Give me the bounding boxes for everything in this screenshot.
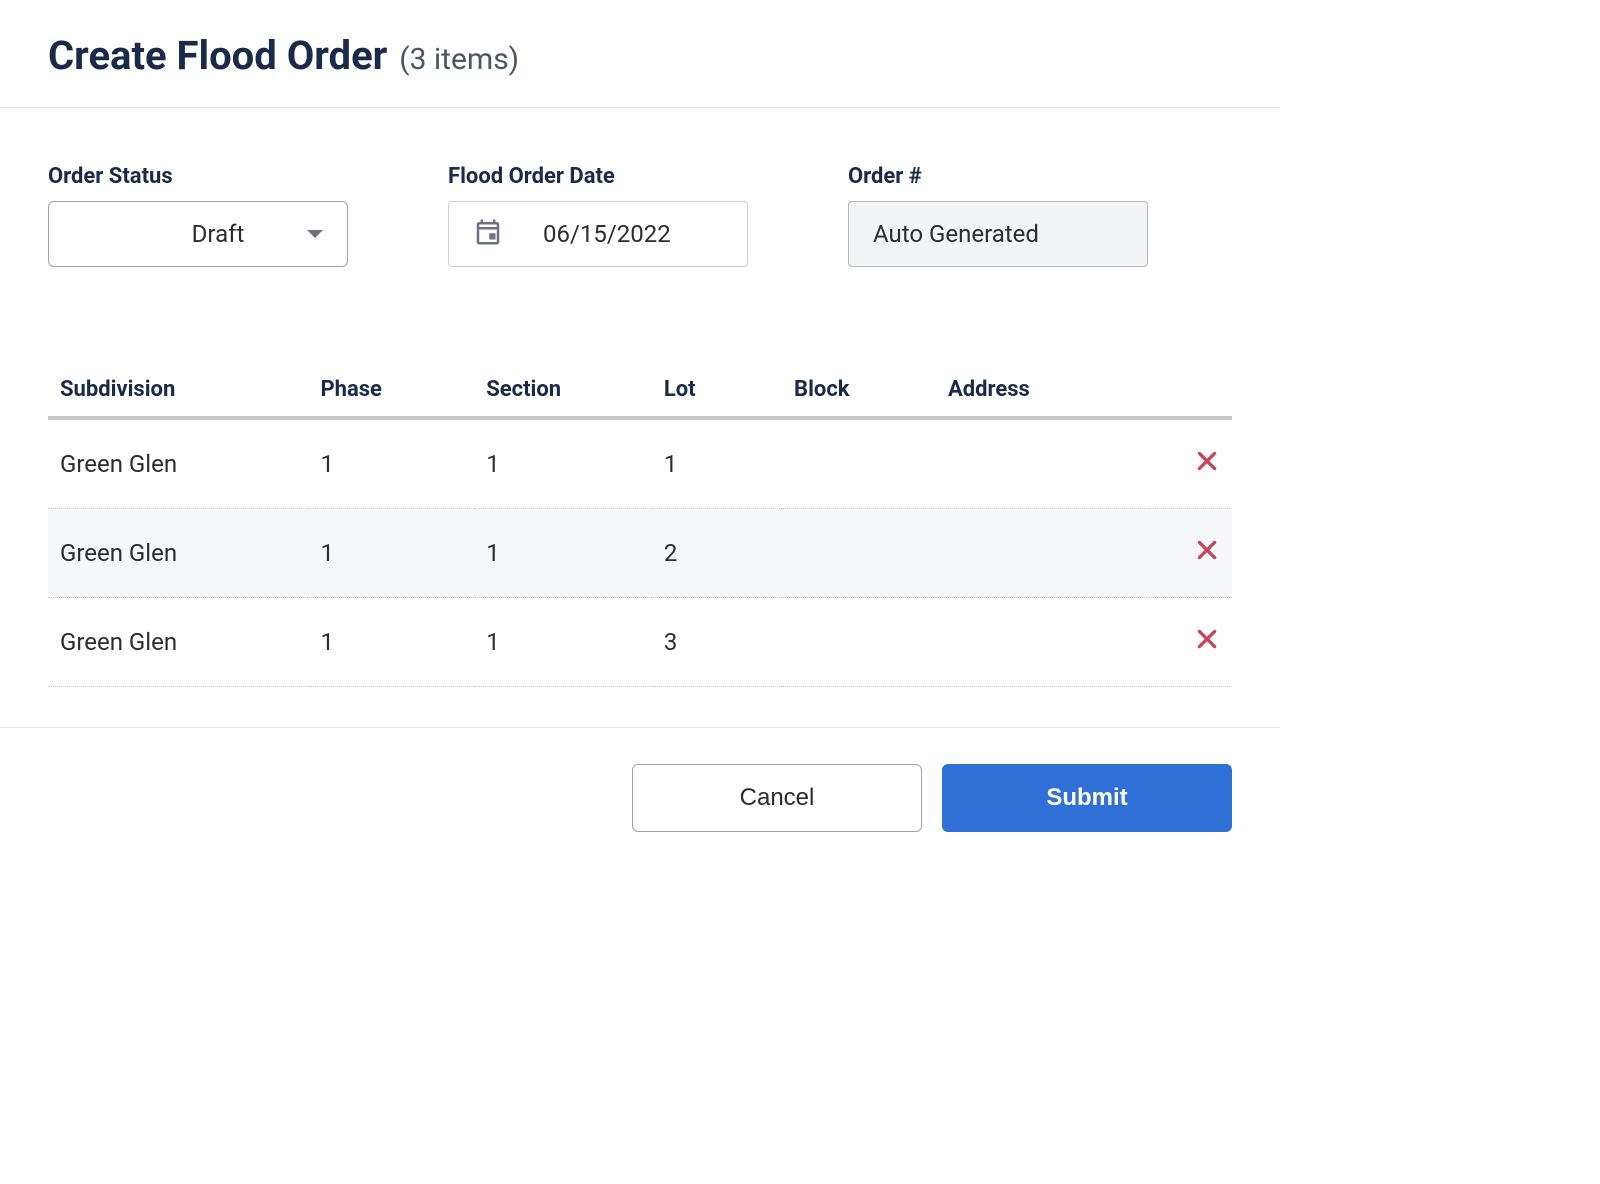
- cell-subdivision: Green Glen: [48, 509, 308, 598]
- flood-order-date-label: Flood Order Date: [448, 164, 748, 189]
- calendar-icon: [473, 217, 503, 251]
- cell-address: [936, 509, 1149, 598]
- footer: Cancel Submit: [0, 727, 1280, 868]
- cell-action: [1149, 598, 1232, 687]
- close-icon: [1194, 537, 1220, 563]
- flood-order-date-group: Flood Order Date 06/15/2022: [448, 164, 748, 267]
- cancel-button[interactable]: Cancel: [632, 764, 922, 832]
- cell-block: [782, 509, 936, 598]
- cell-action: [1149, 509, 1232, 598]
- cell-subdivision: Green Glen: [48, 418, 308, 509]
- delete-row-button[interactable]: [1194, 448, 1220, 474]
- delete-row-button[interactable]: [1194, 537, 1220, 563]
- order-number-field: Auto Generated: [848, 201, 1148, 267]
- col-action: [1149, 363, 1232, 418]
- order-status-value: Draft: [49, 220, 347, 248]
- cell-section: 1: [474, 598, 652, 687]
- page-title: Create Flood Order: [48, 32, 387, 79]
- order-status-label: Order Status: [48, 164, 348, 189]
- col-address: Address: [936, 363, 1149, 418]
- cell-phase: 1: [308, 418, 474, 509]
- col-section: Section: [474, 363, 652, 418]
- cell-lot: 3: [652, 598, 782, 687]
- order-status-group: Order Status Draft: [48, 164, 348, 267]
- submit-button[interactable]: Submit: [942, 764, 1232, 832]
- order-number-value: Auto Generated: [873, 220, 1039, 248]
- flood-order-date-value: 06/15/2022: [543, 220, 671, 248]
- cell-section: 1: [474, 509, 652, 598]
- col-block: Block: [782, 363, 936, 418]
- table-row: Green Glen113: [48, 598, 1232, 687]
- cell-address: [936, 598, 1149, 687]
- cell-block: [782, 598, 936, 687]
- col-phase: Phase: [308, 363, 474, 418]
- cell-section: 1: [474, 418, 652, 509]
- col-subdivision: Subdivision: [48, 363, 308, 418]
- cell-phase: 1: [308, 509, 474, 598]
- close-icon: [1194, 626, 1220, 652]
- col-lot: Lot: [652, 363, 782, 418]
- cell-phase: 1: [308, 598, 474, 687]
- cell-block: [782, 418, 936, 509]
- form-section: Order Status Draft Flood Order Date 06/1…: [0, 108, 1280, 363]
- items-count: (3 items): [399, 42, 519, 77]
- delete-row-button[interactable]: [1194, 626, 1220, 652]
- chevron-down-icon: [307, 230, 323, 238]
- order-number-group: Order # Auto Generated: [848, 164, 1148, 267]
- cell-lot: 2: [652, 509, 782, 598]
- items-table: Subdivision Phase Section Lot Block Addr…: [48, 363, 1232, 687]
- cell-action: [1149, 418, 1232, 509]
- cell-address: [936, 418, 1149, 509]
- close-icon: [1194, 448, 1220, 474]
- cell-lot: 1: [652, 418, 782, 509]
- table-row: Green Glen112: [48, 509, 1232, 598]
- order-number-label: Order #: [848, 164, 1148, 189]
- flood-order-date-input[interactable]: 06/15/2022: [448, 201, 748, 267]
- order-status-select[interactable]: Draft: [48, 201, 348, 267]
- table-row: Green Glen111: [48, 418, 1232, 509]
- items-table-container: Subdivision Phase Section Lot Block Addr…: [0, 363, 1280, 727]
- cell-subdivision: Green Glen: [48, 598, 308, 687]
- page-header: Create Flood Order (3 items): [0, 0, 1280, 108]
